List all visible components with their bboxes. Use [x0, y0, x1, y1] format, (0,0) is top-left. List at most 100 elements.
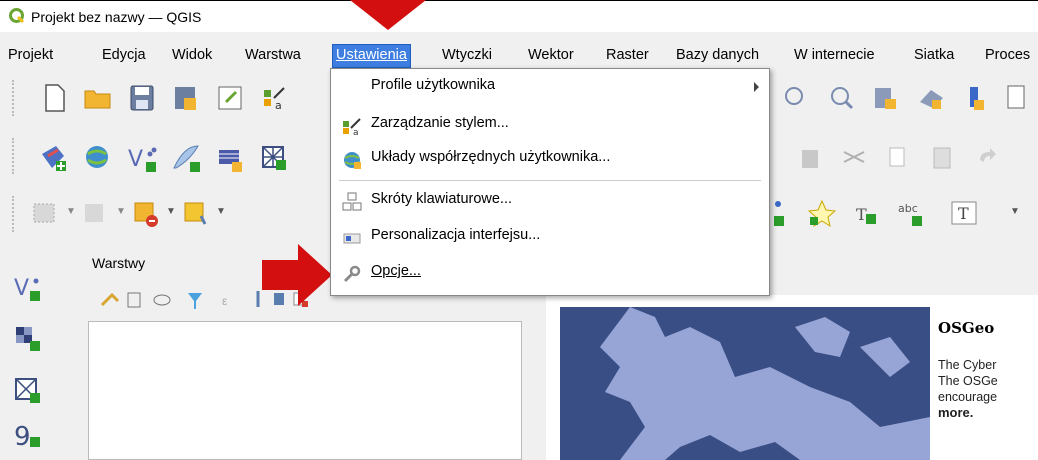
menu-item-label: Zarządzanie stylem... — [371, 115, 509, 131]
interface-customization-icon — [343, 233, 361, 244]
add-spatialite-icon[interactable] — [170, 142, 202, 174]
open-project-icon[interactable] — [82, 82, 114, 114]
menu-widok[interactable]: Widok — [169, 45, 215, 67]
select-location-icon[interactable] — [180, 198, 212, 230]
save-project-icon[interactable] — [126, 82, 158, 114]
highlight-label-icon[interactable] — [806, 198, 838, 230]
identify-icon[interactable] — [780, 82, 812, 114]
add-mesh-layer-icon[interactable] — [258, 142, 290, 174]
menu-ustawienia[interactable]: Ustawienia — [332, 44, 411, 68]
layers-panel-title: Warstwy — [92, 255, 146, 271]
menu-item-interface-customization[interactable]: Personalizacja interfejsu... — [331, 223, 769, 251]
menu-separator — [339, 180, 761, 181]
new-project-icon[interactable] — [38, 82, 70, 114]
label-abc-icon[interactable]: abc — [894, 198, 926, 230]
annotation-arrow-right-icon — [262, 244, 332, 306]
new-layer-icon[interactable] — [870, 82, 902, 114]
chevron-down-icon[interactable]: ▼ — [1010, 206, 1020, 217]
menu-item-custom-crs[interactable]: Układy współrzędnych użytkownika... — [331, 145, 769, 173]
annotation-arrow-down-icon — [350, 0, 426, 30]
svg-text:V: V — [14, 276, 29, 301]
menu-wektor[interactable]: Wektor — [525, 45, 577, 67]
move-label-icon[interactable]: T — [850, 198, 882, 230]
svg-text:abc: abc — [898, 202, 918, 215]
style-layer-icon[interactable] — [100, 292, 120, 307]
add-vector-icon[interactable] — [915, 82, 947, 114]
window-title: Projekt bez nazwy — QGIS — [31, 9, 202, 25]
news-body: The Cyber The OSGe encourage more. — [938, 357, 1038, 421]
add-mesh-icon[interactable] — [12, 375, 44, 407]
layers-tree[interactable] — [88, 321, 522, 460]
menu-item-keyboard-shortcuts[interactable]: Skróty klawiaturowe... — [331, 187, 769, 215]
toolbar-grip[interactable] — [12, 138, 18, 174]
add-delimited-text-icon[interactable]: V — [126, 142, 158, 174]
menu-item-label: Skróty klawiaturowe... — [371, 191, 513, 207]
select-features-icon[interactable] — [30, 198, 62, 230]
add-wms-layer-icon[interactable] — [82, 142, 114, 174]
visibility-eye-icon[interactable] — [153, 294, 171, 306]
chevron-down-icon[interactable]: ▼ — [216, 206, 226, 217]
menu-wtyczki[interactable]: Wtyczki — [439, 45, 495, 67]
qgis-logo-icon — [9, 8, 25, 24]
menu-item-label: Układy współrzędnych użytkownika... — [371, 149, 611, 165]
add-virtual-layer-icon[interactable] — [214, 142, 246, 174]
data-source-icon[interactable] — [1004, 82, 1036, 114]
news-heading: OSGeo — [938, 319, 995, 337]
chevron-down-icon[interactable]: ▼ — [66, 206, 76, 217]
delete-selected-icon[interactable] — [794, 142, 826, 174]
deselect-features-icon[interactable] — [130, 198, 162, 230]
news-line: The OSGe — [938, 374, 998, 388]
svg-text:T: T — [856, 205, 867, 224]
menu-item-label: Personalizacja interfejsu... — [371, 227, 541, 243]
add-vector-layer-icon[interactable] — [38, 142, 70, 174]
menu-edycja[interactable]: Edycja — [99, 45, 149, 67]
left-data-toolbar: V 9 — [0, 247, 80, 460]
toolbar-grip[interactable] — [12, 196, 18, 232]
add-group-icon[interactable] — [127, 292, 141, 308]
chevron-down-icon[interactable]: ▼ — [166, 206, 176, 217]
label-point-icon[interactable] — [770, 198, 802, 230]
menu-item-label: Opcje... — [371, 263, 421, 279]
svg-text:9: 9 — [14, 422, 31, 451]
welcome-news-area: OSGeo The Cyber The OSGe encourage more. — [546, 295, 1038, 460]
news-more-link[interactable]: more. — [938, 405, 1038, 421]
menu-warstwa[interactable]: Warstwa — [242, 45, 304, 67]
menu-item-style-manager[interactable]: a Zarządzanie stylem... — [331, 111, 769, 139]
news-line: The Cyber — [938, 358, 997, 372]
filter-icon[interactable] — [188, 293, 202, 309]
style-manager-icon[interactable]: a — [258, 82, 290, 114]
title-bar: Projekt bez nazwy — QGIS — [0, 0, 1038, 32]
news-map-image — [560, 307, 930, 460]
zoom-icon[interactable] — [825, 82, 857, 114]
print-layout-icon[interactable] — [214, 82, 246, 114]
menu-raster[interactable]: Raster — [603, 45, 652, 67]
select-by-value-icon[interactable] — [80, 198, 112, 230]
add-delimited-text-layer-icon[interactable]: V — [12, 271, 44, 303]
europe-map-icon — [600, 307, 930, 460]
filter-expression-icon[interactable]: ε — [222, 294, 228, 308]
undo-icon[interactable] — [970, 142, 1002, 174]
paste-features-icon[interactable] — [926, 142, 958, 174]
save-as-icon[interactable] — [170, 82, 202, 114]
svg-text:T: T — [958, 204, 969, 223]
wrench-options-icon — [343, 265, 361, 283]
news-panel: OSGeo The Cyber The OSGe encourage more. — [938, 319, 1038, 421]
chevron-down-icon[interactable]: ▼ — [116, 206, 126, 217]
add-layer-icon[interactable] — [960, 82, 992, 114]
menu-projekt[interactable]: Projekt — [5, 45, 56, 67]
toolbar-grip[interactable] — [12, 80, 18, 116]
copy-features-icon[interactable] — [882, 142, 914, 174]
menu-bazy-danych[interactable]: Bazy danych — [673, 45, 762, 67]
text-annotation-icon[interactable]: T — [948, 198, 980, 230]
add-point-cloud-icon[interactable]: 9 — [12, 419, 44, 451]
menu-w-internecie[interactable]: W internecie — [791, 45, 878, 67]
svg-text:a: a — [275, 99, 282, 112]
add-raster-layer-icon[interactable] — [12, 323, 44, 355]
settings-dropdown-menu: Profile użytkownika a Zarządzanie stylem… — [330, 68, 770, 296]
menu-siatka[interactable]: Siatka — [911, 45, 957, 67]
keyboard-shortcuts-icon — [342, 192, 362, 211]
menu-item-options[interactable]: Opcje... — [331, 259, 769, 287]
menu-processing[interactable]: Proces — [982, 45, 1033, 67]
menu-item-user-profiles[interactable]: Profile użytkownika — [331, 73, 769, 101]
cut-features-icon[interactable] — [838, 142, 870, 174]
